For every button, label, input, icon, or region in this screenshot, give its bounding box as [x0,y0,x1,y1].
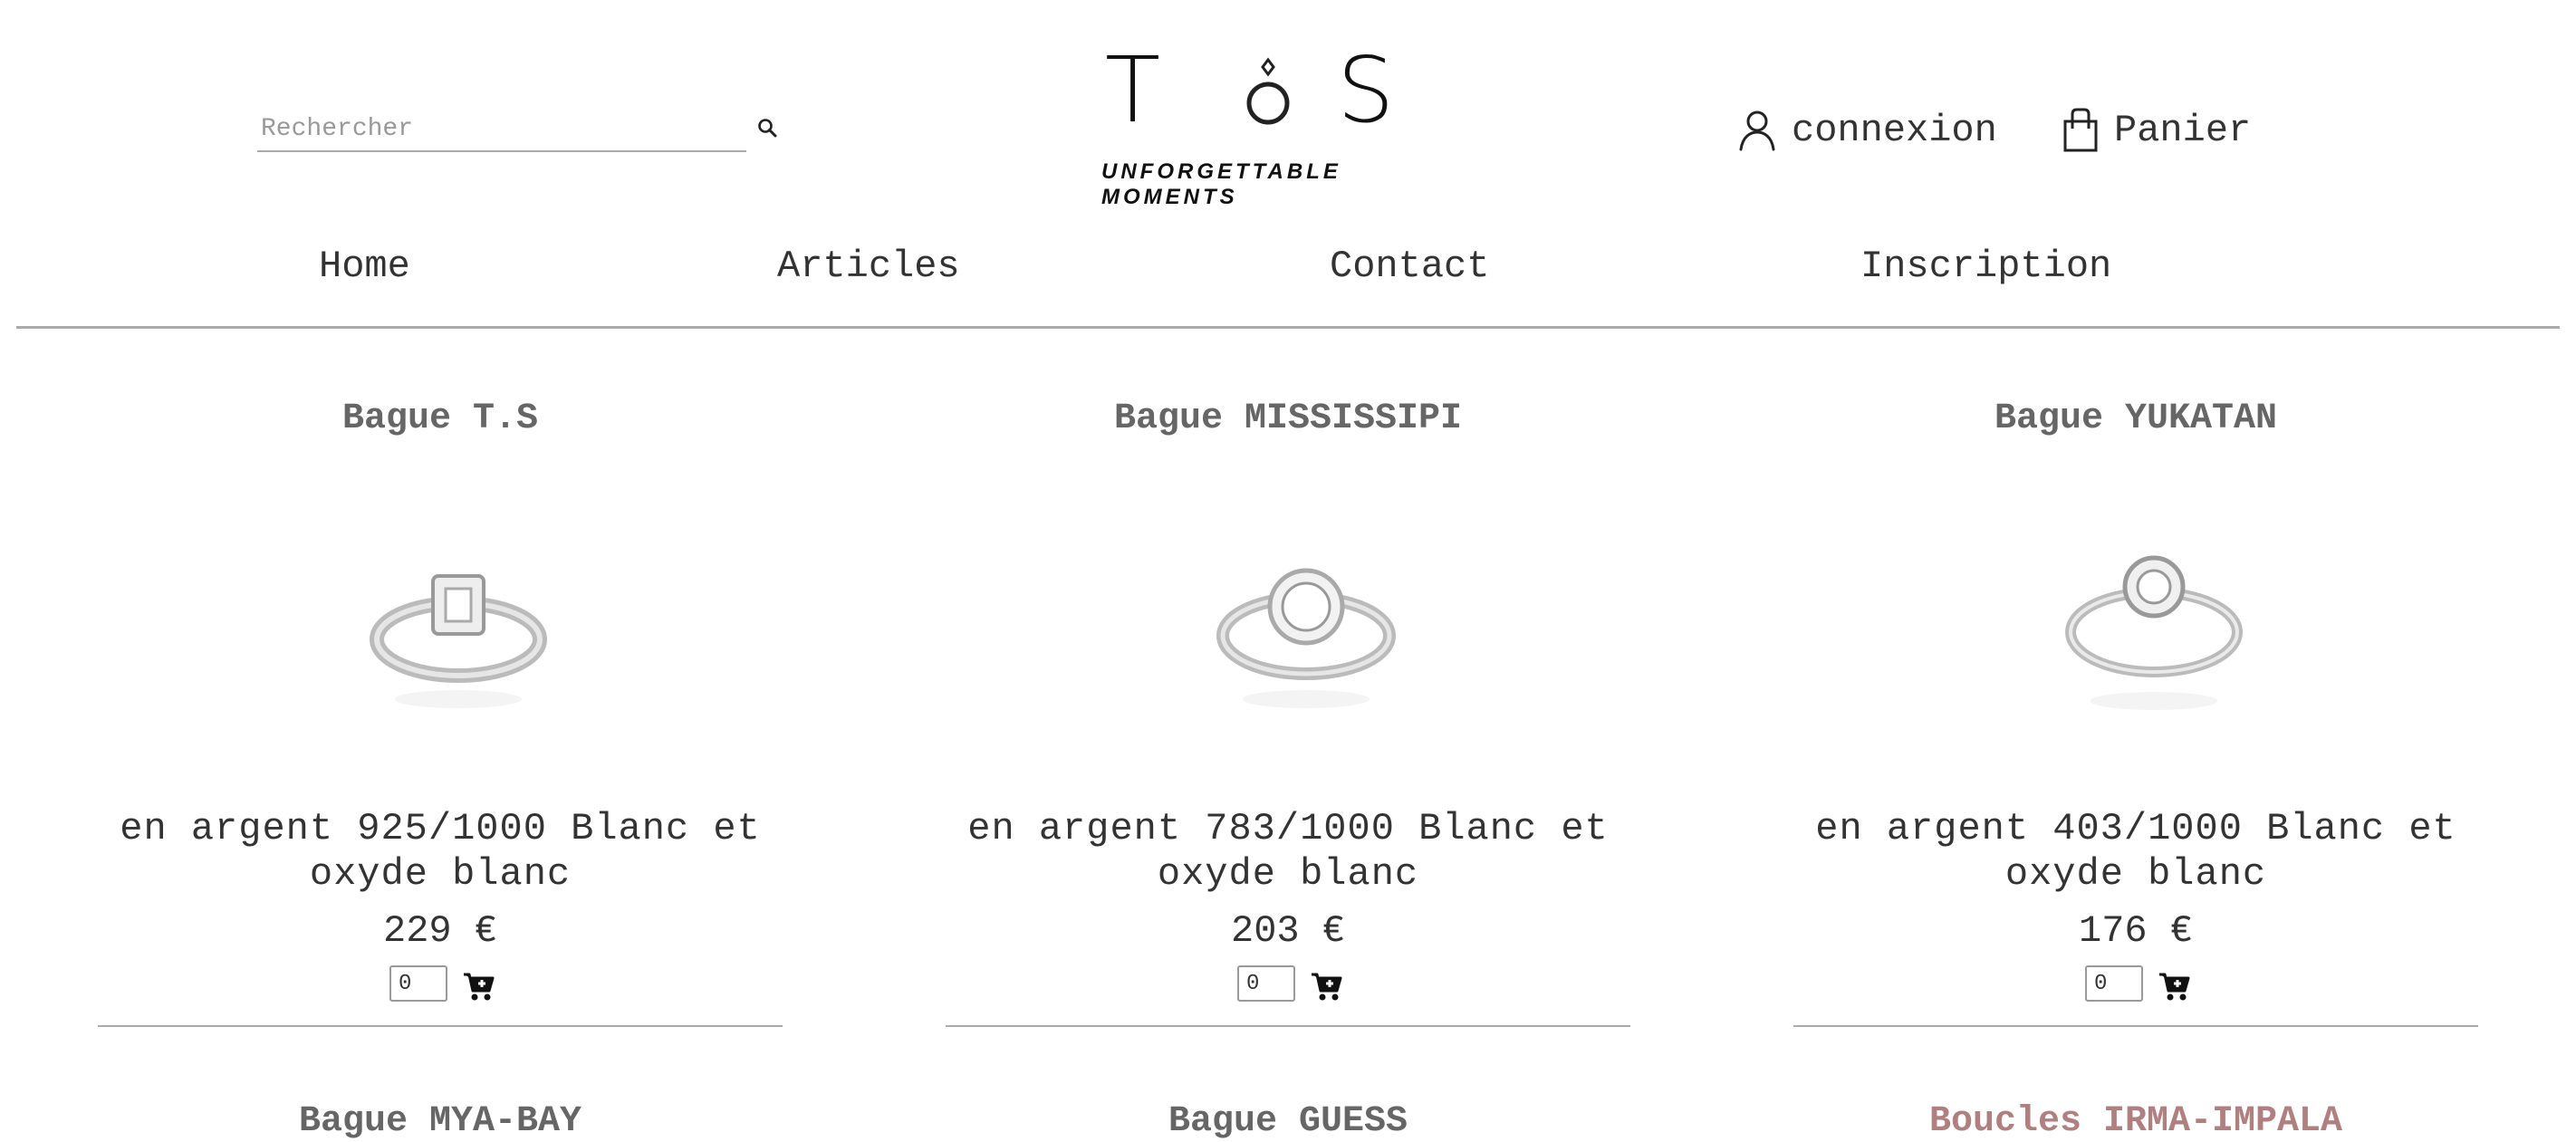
product-description: en argent 783/1000 Blanc et oxyde blanc [967,807,1609,896]
ring-image[interactable] [1206,489,1406,761]
product-name[interactable]: Bague YUKATAN [1792,398,2480,439]
product-price: 176 € [2078,909,2194,953]
nav-articles[interactable]: Articles [777,245,960,288]
product-price: 229 € [382,909,498,953]
user-icon [1739,110,1775,151]
product-name[interactable]: Bague T.S [96,398,784,439]
product-name[interactable]: Bague MYA-BAY [96,1101,784,1142]
quantity-input[interactable] [389,965,447,1002]
ring-image[interactable] [2054,489,2254,761]
product-divider [946,1025,1630,1027]
add-to-cart-icon[interactable] [1310,971,1342,1002]
product-card: Bague YUKATAN en argent 403/1000 Blanc e… [1792,0,2480,1027]
ring-image[interactable] [359,489,558,761]
product-price: 203 € [1230,909,1346,953]
product-divider [98,1025,783,1027]
add-to-cart-icon[interactable] [2158,971,2190,1002]
product-description: en argent 403/1000 Blanc et oxyde blanc [1815,807,2456,896]
product-divider [1793,1025,2478,1027]
add-to-cart-icon[interactable] [462,971,495,1002]
product-card: Bague MISSISSIPI en argent 783/1000 Blan… [944,0,1632,1027]
quantity-input[interactable] [1237,965,1295,1002]
product-description: en argent 925/1000 Blanc et oxyde blanc [120,807,761,896]
quantity-input[interactable] [2085,965,2143,1002]
product-name[interactable]: Bague GUESS [944,1101,1632,1142]
product-card: Bague T.S en argent 925/1000 Blanc et ox… [96,0,784,1027]
product-name[interactable]: Boucles IRMA-IMPALA [1792,1101,2480,1142]
product-name[interactable]: Bague MISSISSIPI [944,398,1632,439]
